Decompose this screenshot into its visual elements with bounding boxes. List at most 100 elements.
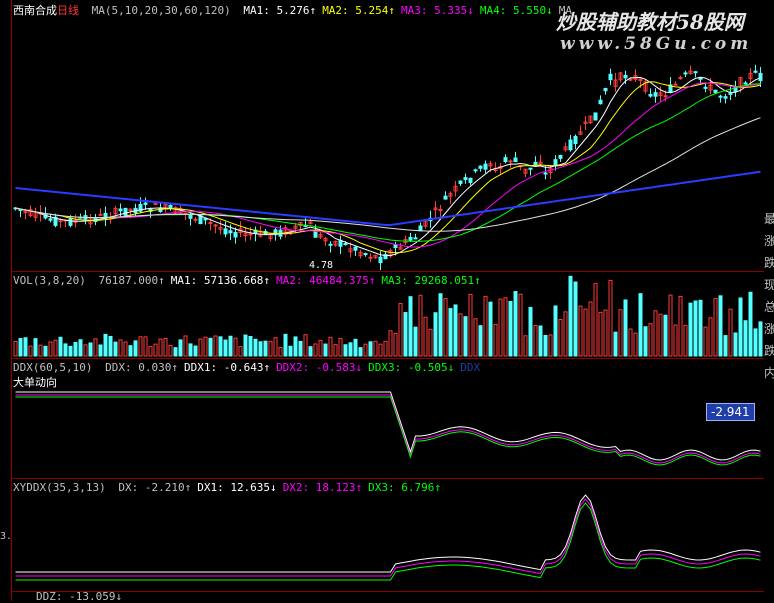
volume-bar — [658, 313, 663, 357]
volume-bar — [623, 299, 628, 357]
volume-bar — [218, 336, 223, 357]
volume-bar — [263, 340, 268, 357]
volume-bar — [653, 310, 658, 357]
candle-body — [363, 253, 368, 256]
volume-bar — [628, 328, 633, 357]
volume-bar — [553, 305, 558, 357]
volume-bar — [433, 312, 438, 357]
volume-bar — [383, 340, 388, 357]
volume-bar — [243, 334, 248, 357]
volume-bar — [453, 304, 458, 357]
volume-bar — [538, 325, 543, 357]
volume-bar — [268, 340, 273, 357]
volume-bar — [298, 340, 303, 357]
dx1-line — [15, 494, 761, 573]
volume-bar — [473, 318, 478, 357]
volume-bar — [13, 340, 18, 357]
candle-body — [343, 243, 348, 246]
volume-bar — [313, 343, 318, 357]
volume-bar — [33, 338, 38, 357]
volume-bar — [338, 338, 343, 357]
ma6-line — [15, 170, 761, 226]
volume-bar — [728, 308, 733, 357]
volume-bar — [58, 336, 63, 357]
volume-bar — [498, 298, 503, 357]
ma2-line — [15, 81, 761, 254]
volume-bar — [663, 314, 668, 357]
dx3-line — [15, 502, 761, 581]
volume-bar — [333, 344, 338, 357]
chart-canvas[interactable] — [0, 0, 774, 601]
volume-bar — [683, 324, 688, 357]
candle-body — [118, 208, 123, 212]
volume-bar — [733, 332, 738, 357]
volume-bar — [748, 291, 753, 357]
volume-bar — [308, 346, 313, 357]
volume-bar — [753, 328, 758, 357]
volume-bar — [613, 331, 618, 357]
candle-body — [693, 71, 698, 74]
candle-body — [193, 218, 198, 221]
volume-bar — [438, 293, 443, 357]
volume-bar — [503, 297, 508, 357]
volume-bar — [483, 295, 488, 357]
volume-bar — [708, 317, 713, 357]
volume-bar — [78, 339, 83, 357]
candle-body — [48, 218, 53, 221]
volume-bar — [233, 337, 238, 357]
volume-bar — [533, 324, 538, 357]
volume-bar — [578, 305, 583, 357]
candle-body — [743, 82, 748, 85]
volume-bar — [83, 344, 88, 357]
candle-body — [123, 207, 128, 216]
volume-bar — [513, 291, 518, 357]
volume-bar — [373, 340, 378, 357]
volume-bar — [643, 326, 648, 357]
candle-body — [723, 96, 728, 99]
volume-bar — [23, 337, 28, 357]
volume-bar — [188, 343, 193, 357]
volume-bar — [293, 336, 298, 357]
volume-bar — [368, 341, 373, 357]
volume-bar — [638, 293, 643, 357]
volume-bar — [593, 283, 598, 357]
volume-bar — [583, 308, 588, 357]
volume-bar — [178, 339, 183, 357]
volume-bar — [618, 309, 623, 357]
candle-body — [328, 243, 333, 246]
volume-bar — [103, 333, 108, 357]
candle-body — [468, 177, 473, 183]
dx2-line — [15, 498, 761, 577]
volume-bar — [273, 337, 278, 357]
candle-body — [508, 160, 513, 163]
candle-body — [203, 218, 208, 221]
volume-bar — [143, 336, 148, 357]
volume-bar — [488, 301, 493, 357]
candle-body — [628, 78, 633, 81]
volume-bar — [278, 347, 283, 357]
candle-body — [598, 99, 603, 105]
candle-body — [443, 195, 448, 200]
volume-bar — [568, 275, 573, 357]
candle-body — [248, 233, 253, 236]
candle-body — [408, 236, 413, 241]
volume-bar — [398, 302, 403, 357]
candle-body — [228, 230, 233, 234]
volume-bar — [603, 309, 608, 357]
volume-bar — [288, 345, 293, 357]
ma1-line — [15, 76, 761, 257]
volume-bar — [153, 343, 158, 357]
volume-bar — [18, 338, 23, 357]
volume-bar — [558, 318, 563, 357]
volume-bar — [478, 325, 483, 357]
candle-body — [648, 93, 653, 97]
volume-bar — [113, 341, 118, 357]
volume-bar — [668, 294, 673, 357]
candle-body — [68, 218, 73, 226]
candle-body — [463, 177, 468, 181]
candle-body — [503, 157, 508, 163]
volume-bar — [423, 316, 428, 357]
ma3-line — [15, 82, 761, 248]
volume-bar — [203, 336, 208, 357]
candle-body — [353, 246, 358, 251]
